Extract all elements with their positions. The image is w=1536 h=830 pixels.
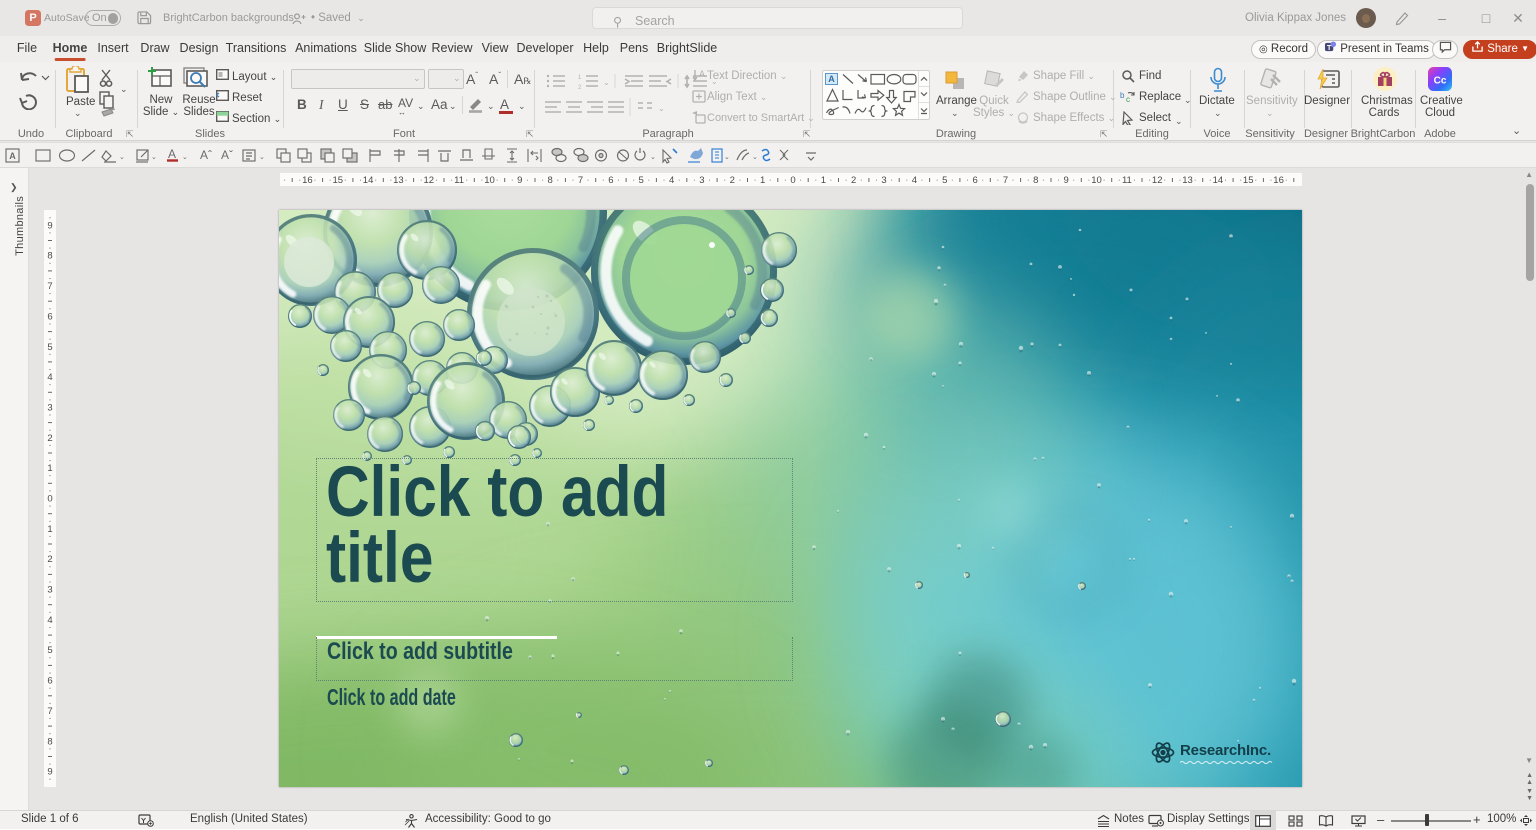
svg-text:3: 3 <box>881 175 886 186</box>
svg-text:14: 14 <box>1213 175 1224 186</box>
svg-text:7: 7 <box>1003 175 1008 186</box>
svg-text:6: 6 <box>47 311 52 322</box>
svg-text:2: 2 <box>851 175 856 186</box>
svg-text:12: 12 <box>424 175 435 186</box>
svg-text:1: 1 <box>821 175 826 186</box>
svg-text:2: 2 <box>730 175 735 186</box>
svg-text:0: 0 <box>47 494 52 505</box>
svg-text:5: 5 <box>942 175 947 186</box>
svg-text:9: 9 <box>517 175 522 186</box>
svg-text:5: 5 <box>639 175 644 186</box>
svg-text:2: 2 <box>578 85 582 91</box>
svg-text:9: 9 <box>1064 175 1069 186</box>
svg-text:4: 4 <box>669 175 674 186</box>
svg-text:3: 3 <box>699 175 704 186</box>
svg-text:6: 6 <box>608 175 613 186</box>
svg-text:8: 8 <box>548 175 553 186</box>
svg-text:9: 9 <box>47 767 52 778</box>
svg-text:1: 1 <box>578 75 582 81</box>
svg-text:16: 16 <box>1273 175 1284 186</box>
svg-text:1: 1 <box>47 524 52 535</box>
svg-text:8: 8 <box>1033 175 1038 186</box>
svg-text:7: 7 <box>578 175 583 186</box>
svg-text:11: 11 <box>454 175 464 186</box>
svg-text:7: 7 <box>47 281 52 292</box>
svg-text:3: 3 <box>47 585 52 596</box>
svg-text:A: A <box>699 69 705 79</box>
svg-text:2: 2 <box>47 554 52 565</box>
svg-text:6: 6 <box>972 175 977 186</box>
svg-text:15: 15 <box>1243 175 1254 186</box>
svg-text:Cc: Cc <box>1434 76 1447 87</box>
svg-text:4: 4 <box>47 372 52 383</box>
svg-text:A: A <box>828 74 835 84</box>
svg-text:15: 15 <box>333 175 344 186</box>
svg-text:14: 14 <box>363 175 374 186</box>
svg-text:⌄: ⌄ <box>603 78 610 87</box>
svg-text:2: 2 <box>47 433 52 444</box>
svg-text:12: 12 <box>1152 175 1163 186</box>
svg-text:10: 10 <box>484 175 495 186</box>
svg-text:A: A <box>168 147 176 161</box>
svg-text:⌄: ⌄ <box>752 154 758 161</box>
svg-text:b: b <box>1120 91 1125 100</box>
svg-text:⌄: ⌄ <box>650 154 656 161</box>
svg-text:1: 1 <box>760 175 765 186</box>
svg-text:9: 9 <box>47 220 52 231</box>
svg-text:⌄: ⌄ <box>151 154 157 161</box>
svg-text:8: 8 <box>47 251 52 262</box>
svg-text:⌄: ⌄ <box>658 104 665 113</box>
svg-text:T: T <box>1327 43 1332 52</box>
svg-text:11: 11 <box>1122 175 1132 186</box>
svg-text:0: 0 <box>790 175 795 186</box>
svg-text:4: 4 <box>47 615 52 626</box>
svg-text:Aˆ: Aˆ <box>200 148 212 162</box>
svg-text:13: 13 <box>393 175 404 186</box>
svg-text:13: 13 <box>1182 175 1193 186</box>
svg-text:3: 3 <box>47 402 52 413</box>
svg-text:16: 16 <box>302 175 313 186</box>
svg-text:5: 5 <box>47 645 52 656</box>
svg-text:6: 6 <box>47 676 52 687</box>
svg-text:c: c <box>1126 95 1130 104</box>
svg-text:10: 10 <box>1091 175 1102 186</box>
svg-text:⌄: ⌄ <box>724 154 730 161</box>
svg-text:⌄: ⌄ <box>259 154 265 161</box>
svg-text:4: 4 <box>912 175 917 186</box>
svg-text:5: 5 <box>47 342 52 353</box>
svg-text:8: 8 <box>47 736 52 747</box>
svg-text:7: 7 <box>47 706 52 717</box>
svg-text:⌄: ⌄ <box>182 154 188 161</box>
svg-text:Aˇ: Aˇ <box>221 148 233 162</box>
svg-text:⌄: ⌄ <box>119 154 125 161</box>
svg-text:A: A <box>9 151 16 161</box>
svg-text:1: 1 <box>47 463 52 474</box>
